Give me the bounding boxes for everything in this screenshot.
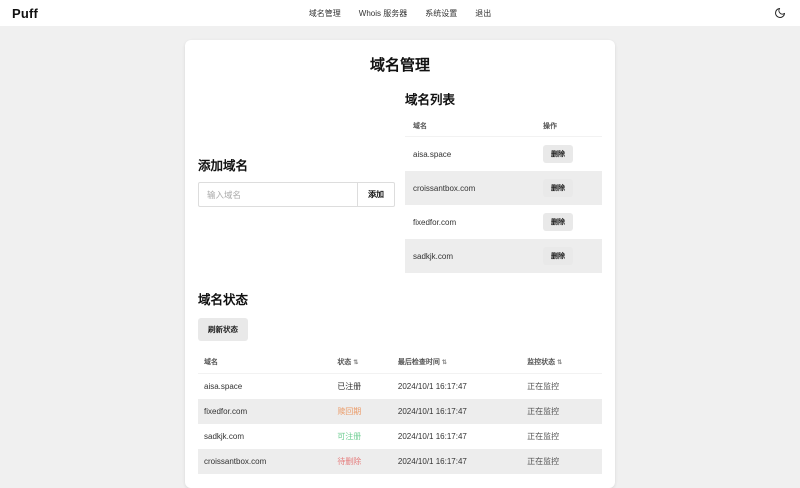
domain-list-table: 域名 操作 aisa.space 删除 croissantbox.com 删除 …	[405, 116, 602, 273]
refresh-status-button[interactable]: 刷新状态	[198, 318, 248, 341]
monitor-status-cell: 正在监控	[527, 457, 560, 466]
domain-management-card: 域名管理 添加域名 添加 域名列表 域名 操作	[185, 40, 615, 488]
column-header-domain: 域名	[405, 116, 536, 137]
delete-button[interactable]: 删除	[543, 247, 574, 265]
column-header-checked-at[interactable]: 最后检查时间 ⇅	[391, 351, 522, 374]
sort-arrows-icon: ⇅	[441, 360, 447, 366]
add-domain-heading: 添加域名	[198, 159, 249, 173]
table-row: sadkjk.com 删除	[405, 239, 602, 273]
domain-cell: fixedfor.com	[413, 217, 457, 227]
column-header-domain: 域名	[198, 351, 332, 374]
column-header-monitor[interactable]: 监控状态 ⇅	[521, 351, 602, 374]
table-row: aisa.space 已注册 2024/10/1 16:17:47 正在监控	[198, 374, 602, 400]
moon-icon	[774, 7, 786, 19]
domain-status-heading: 域名状态	[198, 293, 249, 307]
nav-item-system-settings[interactable]: 系统设置	[425, 8, 457, 19]
top-row: 添加域名 添加 域名列表 域名 操作 aisa.space 删除	[198, 89, 602, 273]
add-domain-button[interactable]: 添加	[358, 182, 395, 207]
nav-item-logout[interactable]: 退出	[475, 8, 491, 19]
domain-cell: aisa.space	[204, 382, 243, 391]
table-row: croissantbox.com 删除	[405, 171, 602, 205]
checked-at-cell: 2024/10/1 16:17:47	[397, 382, 467, 391]
monitor-status-cell: 正在监控	[527, 407, 560, 416]
delete-button[interactable]: 删除	[543, 179, 574, 197]
domain-status-section: 域名状态 刷新状态 域名 状态 ⇅ 最后检查时间 ⇅ 监控状态 ⇅ aisa.spac…	[198, 289, 602, 474]
table-header-row: 域名 状态 ⇅ 最后检查时间 ⇅ 监控状态 ⇅	[198, 351, 602, 374]
status-badge: 赎回期	[337, 407, 362, 416]
column-header-action: 操作	[535, 116, 602, 137]
delete-button[interactable]: 删除	[543, 213, 574, 231]
checked-at-cell: 2024/10/1 16:17:47	[397, 432, 467, 441]
domain-cell: sadkjk.com	[204, 432, 245, 441]
domain-cell: fixedfor.com	[204, 407, 248, 416]
sort-arrows-icon: ⇅	[557, 360, 563, 366]
delete-button[interactable]: 删除	[543, 145, 574, 163]
status-badge: 待删除	[337, 457, 362, 466]
domain-cell: croissantbox.com	[204, 457, 267, 466]
status-badge: 已注册	[337, 382, 362, 391]
table-row: aisa.space 删除	[405, 137, 602, 172]
sort-arrows-icon: ⇅	[353, 360, 359, 366]
checked-at-cell: 2024/10/1 16:17:47	[397, 457, 467, 466]
table-row: fixedfor.com 删除	[405, 205, 602, 239]
domain-list-heading: 域名列表	[405, 93, 456, 107]
monitor-status-cell: 正在监控	[527, 382, 560, 391]
page-title: 域名管理	[369, 57, 430, 74]
table-row: croissantbox.com 待删除 2024/10/1 16:17:47 …	[198, 449, 602, 474]
brand-logo: Puff	[12, 5, 39, 21]
theme-toggle-button[interactable]	[772, 5, 788, 21]
table-row: sadkjk.com 可注册 2024/10/1 16:17:47 正在监控	[198, 424, 602, 449]
domain-cell: sadkjk.com	[413, 251, 454, 261]
table-header-row: 域名 操作	[405, 116, 602, 137]
domain-cell: aisa.space	[413, 149, 452, 159]
top-navbar: Puff 域名管理 Whois 服务器 系统设置 退出	[0, 0, 800, 26]
table-row: fixedfor.com 赎回期 2024/10/1 16:17:47 正在监控	[198, 399, 602, 424]
add-domain-section: 添加域名 添加	[198, 155, 395, 207]
nav-item-whois-servers[interactable]: Whois 服务器	[359, 8, 407, 19]
domain-input[interactable]	[198, 182, 358, 207]
domain-cell: croissantbox.com	[413, 183, 476, 193]
column-header-status[interactable]: 状态 ⇅	[331, 351, 392, 374]
domain-status-table: 域名 状态 ⇅ 最后检查时间 ⇅ 监控状态 ⇅ aisa.space 已注册 2024…	[198, 351, 602, 474]
nav-item-domain-management[interactable]: 域名管理	[309, 8, 341, 19]
status-badge: 可注册	[337, 432, 362, 441]
main-nav: 域名管理 Whois 服务器 系统设置 退出	[309, 0, 491, 26]
checked-at-cell: 2024/10/1 16:17:47	[397, 407, 467, 416]
monitor-status-cell: 正在监控	[527, 432, 560, 441]
domain-list-section: 域名列表 域名 操作 aisa.space 删除 croissantbox.co…	[405, 89, 602, 273]
add-domain-form: 添加	[198, 182, 395, 207]
